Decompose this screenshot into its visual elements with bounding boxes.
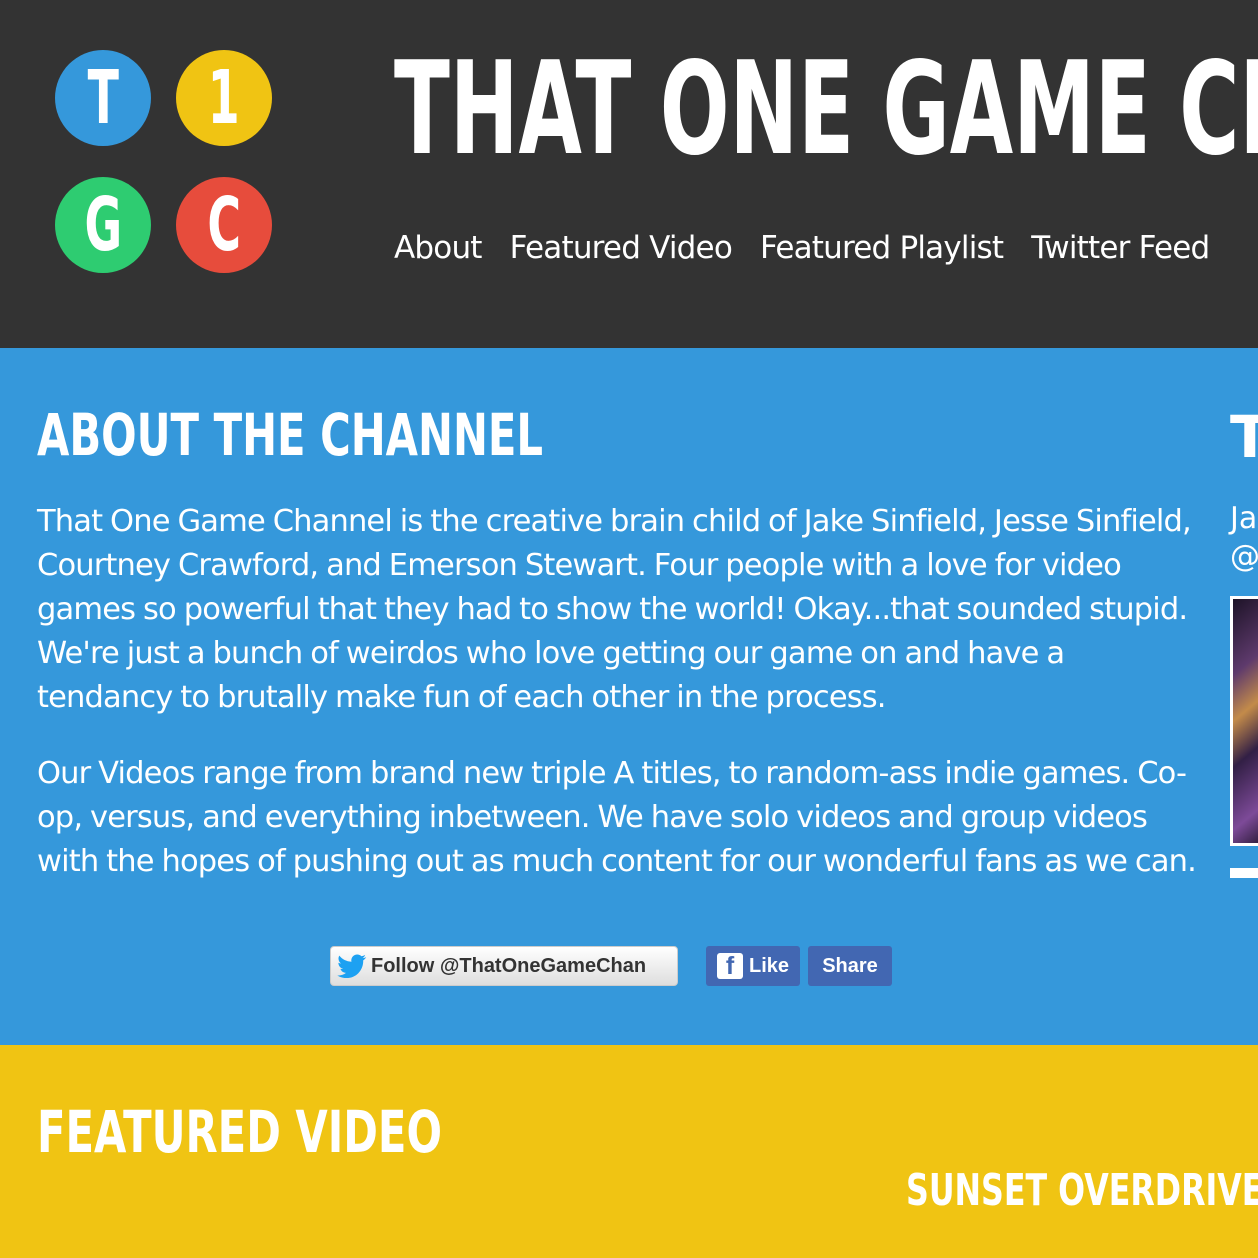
- logo-g-circle[interactable]: G: [55, 177, 151, 273]
- facebook-like-button[interactable]: f Like: [706, 946, 800, 986]
- nav-featured-video-link[interactable]: Featured Video: [510, 228, 733, 268]
- featured-video-section: FEATURED VIDEO SUNSET OVERDRIVE - FIR: [0, 1045, 1258, 1258]
- nav-featured-playlist-link[interactable]: Featured Playlist: [760, 228, 1004, 268]
- site-header: T 1 G C THAT ONE GAME CHAN About Feature…: [0, 0, 1258, 348]
- facebook-f-icon: f: [716, 953, 743, 979]
- facebook-like-label: Like: [748, 954, 790, 977]
- logo-letter: C: [207, 182, 241, 268]
- main-navigation: About Featured Video Featured Playlist T…: [394, 228, 1210, 268]
- logo-t-circle[interactable]: T: [55, 50, 151, 146]
- twitter-bird-icon: [337, 954, 367, 978]
- side-panel-thumbnail[interactable]: [1230, 596, 1258, 846]
- featured-video-title[interactable]: SUNSET OVERDRIVE - FIR: [906, 1165, 1258, 1217]
- about-heading: ABOUT THE CHANNEL: [37, 401, 544, 469]
- logo-letter: G: [84, 182, 122, 268]
- site-title: THAT ONE GAME CHAN: [394, 35, 1258, 184]
- logo-1-circle[interactable]: 1: [176, 50, 272, 146]
- about-paragraph: That One Game Channel is the creative br…: [37, 504, 1192, 715]
- logo-c-circle[interactable]: C: [176, 177, 272, 273]
- twitter-follow-button[interactable]: Follow @ThatOneGameChan: [330, 946, 678, 986]
- side-panel-heading: TI: [1230, 403, 1258, 471]
- facebook-share-button[interactable]: Share: [808, 946, 892, 986]
- about-section: ABOUT THE CHANNEL That One Game Channel …: [0, 348, 1258, 1045]
- side-panel-divider: [1230, 868, 1258, 878]
- nav-twitter-feed-link[interactable]: Twitter Feed: [1031, 228, 1210, 268]
- side-panel-line: Jak: [1230, 501, 1258, 536]
- about-paragraph: Our Videos range from brand new triple A…: [37, 756, 1197, 879]
- featured-video-heading: FEATURED VIDEO: [37, 1098, 442, 1166]
- logo-letter: T: [87, 55, 119, 141]
- logo-letter: 1: [208, 55, 240, 141]
- side-panel-line: @J: [1230, 539, 1258, 574]
- twitter-follow-label: Follow @ThatOneGameChan: [371, 954, 647, 977]
- nav-about-link[interactable]: About: [394, 228, 482, 268]
